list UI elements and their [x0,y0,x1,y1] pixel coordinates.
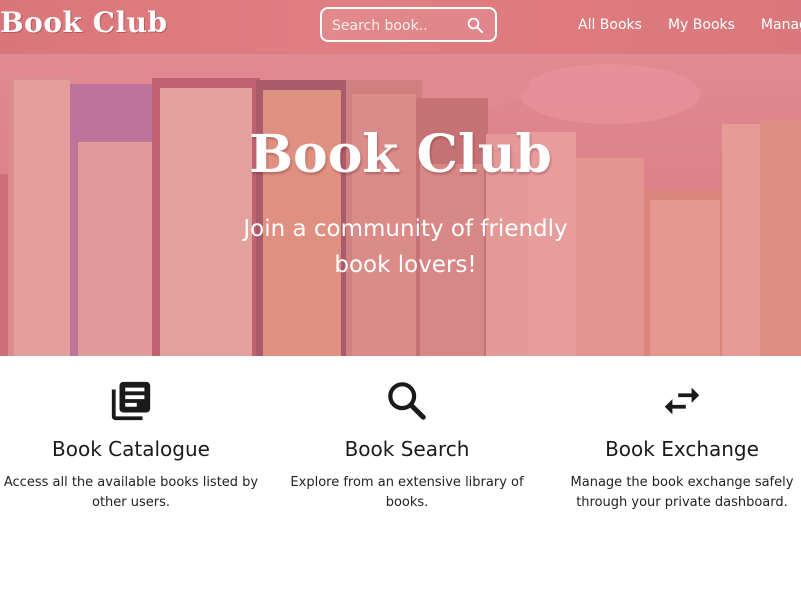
hero-overlay [0,54,801,356]
feature-book-exchange: Book Exchange Manage the book exchange s… [556,378,801,513]
search-icon [388,382,426,420]
hero-banner: Book Club Join a community of friendly b… [0,54,801,356]
feature-description: Access all the available books listed by… [3,475,259,510]
feature-description: Manage the book exchange safely through … [570,475,794,510]
search-input[interactable] [330,15,464,37]
nav-my-books[interactable]: My Books [668,17,735,33]
feature-description: Explore from an extensive library of boo… [290,475,524,510]
library-books-icon [111,381,151,421]
feature-book-search: Book Search Explore from an extensive li… [278,378,536,513]
search-box[interactable] [320,7,497,42]
hero-title: Book Club [249,124,552,185]
nav-manage[interactable]: Manage [761,17,801,33]
nav-links: All Books My Books Manage [578,17,801,33]
navbar: Book Club All Books My Books Manage [0,0,801,54]
nav-all-books[interactable]: All Books [578,17,642,33]
feature-book-catalogue: Book Catalogue Access all the available … [0,378,262,513]
search-icon[interactable] [466,16,484,34]
swap-arrows-icon [664,387,700,415]
feature-title: Book Exchange [605,437,759,461]
hero-subtitle: Join a community of friendly book lovers… [243,216,568,278]
feature-title: Book Search [344,437,470,461]
brand-logo[interactable]: Book Club [0,6,168,39]
feature-title: Book Catalogue [52,437,210,461]
